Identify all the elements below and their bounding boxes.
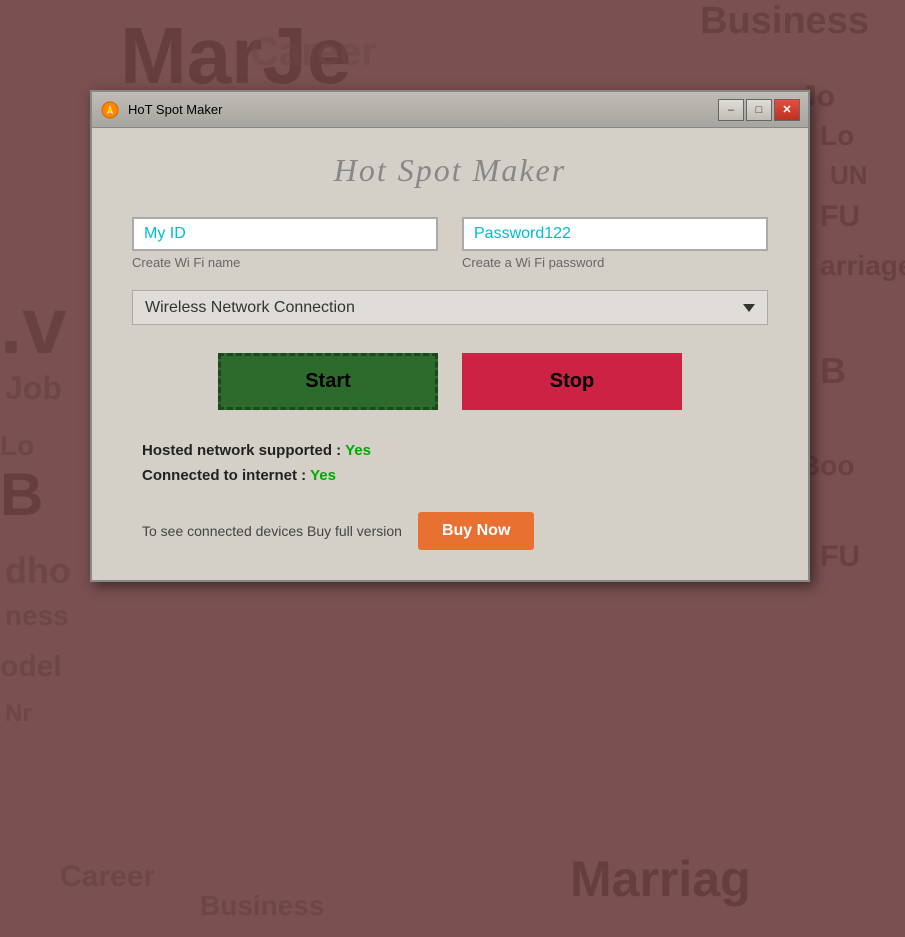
bg-word: B bbox=[0, 460, 43, 529]
buy-row: To see connected devices Buy full versio… bbox=[132, 512, 768, 550]
bg-word: Lo bbox=[820, 120, 854, 152]
bg-word: Business bbox=[700, 0, 869, 43]
bg-word: UN bbox=[830, 160, 868, 191]
internet-label: Connected to internet : bbox=[142, 467, 310, 484]
bg-word: Job bbox=[5, 370, 62, 407]
hosted-network-label: Hosted network supported : bbox=[142, 442, 345, 459]
buy-button[interactable]: Buy Now bbox=[418, 512, 534, 550]
bg-word: FU bbox=[820, 540, 860, 574]
bg-word: Business bbox=[200, 890, 325, 922]
buy-text: To see connected devices Buy full versio… bbox=[142, 523, 402, 539]
window-content: Hot Spot Maker Create Wi Fi name Create … bbox=[92, 128, 808, 580]
close-button[interactable]: ✕ bbox=[774, 99, 800, 121]
action-buttons-row: Start Stop bbox=[132, 353, 768, 410]
hosted-network-value: Yes bbox=[345, 442, 371, 459]
internet-value: Yes bbox=[310, 467, 336, 484]
bg-word: MarJe bbox=[120, 10, 351, 102]
stop-button[interactable]: Stop bbox=[462, 353, 682, 410]
bg-word: odel bbox=[0, 650, 62, 684]
bg-word: Career bbox=[60, 860, 155, 894]
bg-word: Lo bbox=[0, 430, 34, 462]
restore-button[interactable]: □ bbox=[746, 99, 772, 121]
hosted-network-status: Hosted network supported : Yes bbox=[142, 442, 768, 459]
bg-word: Marriag bbox=[570, 850, 751, 908]
bg-word: dho bbox=[5, 550, 71, 592]
internet-status: Connected to internet : Yes bbox=[142, 467, 768, 484]
wifi-name-group: Create Wi Fi name bbox=[132, 217, 438, 270]
wifi-name-label: Create Wi Fi name bbox=[132, 255, 438, 270]
titlebar: HoT Spot Maker – □ ✕ bbox=[92, 92, 808, 128]
bg-word: ness bbox=[5, 600, 69, 632]
minimize-button[interactable]: – bbox=[718, 99, 744, 121]
bg-word: .v bbox=[0, 280, 67, 372]
app-window: HoT Spot Maker – □ ✕ Hot Spot Maker Crea… bbox=[90, 90, 810, 582]
network-dropdown-row: Wireless Network Connection Local Area C… bbox=[132, 290, 768, 325]
network-dropdown[interactable]: Wireless Network Connection Local Area C… bbox=[132, 290, 768, 325]
fields-row: Create Wi Fi name Create a Wi Fi passwor… bbox=[132, 217, 768, 270]
status-section: Hosted network supported : Yes Connected… bbox=[132, 442, 768, 484]
wifi-password-input[interactable] bbox=[462, 217, 768, 251]
bg-word: Nr bbox=[5, 700, 32, 728]
bg-word: Career bbox=[250, 30, 377, 75]
wifi-password-group: Create a Wi Fi password bbox=[462, 217, 768, 270]
app-icon bbox=[100, 100, 120, 120]
bg-word: B bbox=[820, 350, 846, 392]
app-title: Hot Spot Maker bbox=[132, 152, 768, 189]
start-button[interactable]: Start bbox=[218, 353, 438, 410]
window-title: HoT Spot Maker bbox=[128, 102, 718, 117]
wifi-name-input[interactable] bbox=[132, 217, 438, 251]
wifi-password-label: Create a Wi Fi password bbox=[462, 255, 768, 270]
window-controls: – □ ✕ bbox=[718, 99, 800, 121]
bg-word: FU bbox=[820, 200, 860, 234]
bg-word: arriage bbox=[820, 250, 905, 282]
